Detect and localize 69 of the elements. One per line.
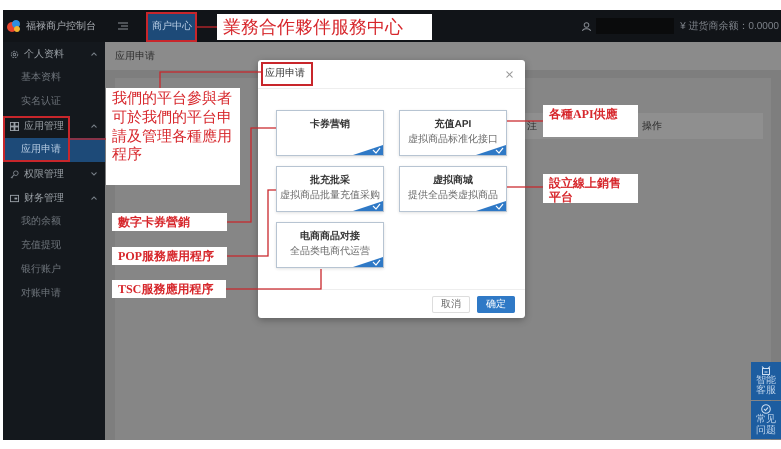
card-title: 电商商品对接 [300, 231, 360, 243]
menu-group[interactable]: 应用管理 [3, 114, 105, 138]
menu-item[interactable]: 对账申请 [3, 282, 105, 306]
card-subtitle: 虚拟商品批量充值采购 [280, 190, 380, 202]
chevron-icon [91, 172, 97, 176]
logo-icon [6, 18, 22, 34]
column-header: 注 [527, 120, 537, 133]
chevron-icon [91, 52, 97, 56]
chevron-icon [91, 124, 97, 128]
float-button[interactable]: 智能客服 [751, 362, 781, 400]
app-card[interactable]: 卡券营销 [276, 110, 384, 156]
card-subtitle: 提供全品类虚拟商品 [408, 190, 498, 202]
float-button[interactable]: 常见问题 [751, 401, 781, 439]
menu-item[interactable]: 基本资料 [3, 66, 105, 90]
menu-group[interactable]: 财务管理 [3, 186, 105, 210]
leader-line [70, 138, 106, 140]
dialog-button[interactable]: 取消 [432, 296, 470, 312]
card-title: 充值API [434, 119, 472, 131]
leader-line [227, 189, 276, 257]
card-title: 卡券营销 [310, 119, 350, 131]
dialog-title: 应用申请 [265, 68, 305, 80]
callout-note: 各種API供應 [543, 105, 638, 137]
chevron-icon [91, 196, 97, 200]
gear-icon [10, 50, 19, 58]
app-card[interactable]: 虚拟商城 提供全品类虚拟商品 [399, 166, 507, 212]
highlight-frame [146, 12, 197, 42]
menu-item[interactable]: 我的余额 [3, 210, 105, 234]
chat-icon [761, 404, 771, 414]
menu-group[interactable]: 个人资料 [3, 42, 105, 66]
nav-tab[interactable]: 商户中心 [148, 12, 196, 40]
callout-note: 數字卡券營銷 [112, 213, 227, 231]
leader-line [507, 186, 543, 188]
user-icon[interactable] [582, 22, 592, 30]
grid-icon [10, 122, 19, 130]
callout-note: 我們的平台參與者可於我們的平台申請及管理各種應用程序 [106, 88, 240, 185]
card-subtitle: 全品类电商代运营 [290, 246, 370, 258]
app-card[interactable]: 批充批采 虚拟商品批量充值采购 [276, 166, 384, 212]
brand-title: 福禄商户控制台 [26, 20, 96, 33]
column-header: 操作 [642, 120, 662, 133]
wallet-icon [10, 194, 19, 202]
menu-group-label: 个人资料 [24, 48, 65, 61]
card-subtitle: 虚拟商品标准化接口 [408, 134, 498, 146]
leader-line [197, 26, 217, 28]
highlight-frame [261, 62, 313, 86]
callout-note: POP服務應用程序 [112, 247, 227, 265]
menu-group-label: 应用管理 [24, 120, 65, 133]
menu-icon[interactable] [118, 22, 128, 30]
menu-item[interactable]: 银行账户 [3, 258, 105, 282]
menu-group-label: 财务管理 [24, 192, 65, 205]
key-icon [10, 170, 19, 178]
highlight-frame [3, 116, 70, 162]
balance-text: ¥ 进货商余额：0.0000 [680, 20, 780, 33]
leader-line [507, 120, 543, 122]
card-title: 虚拟商城 [433, 175, 473, 187]
app-card[interactable]: 充值API 虚拟商品标准化接口 [399, 110, 507, 156]
callout-note: 設立線上銷售平台 [543, 174, 638, 203]
card-title: 批充批采 [310, 175, 350, 187]
robot-icon [761, 366, 771, 374]
close-icon[interactable] [506, 70, 513, 78]
breadcrumb: 应用申请 [115, 50, 155, 63]
menu-group[interactable]: 权限管理 [3, 162, 105, 186]
dialog-button[interactable]: 确定 [477, 296, 515, 312]
menu-item[interactable]: 应用申请 [3, 138, 105, 162]
menu-item[interactable]: 实名认证 [3, 90, 105, 114]
app-card[interactable]: 电商商品对接 全品类电商代运营 [276, 222, 384, 268]
menu-item[interactable]: 充值提现 [3, 234, 105, 258]
callout-note: TSC服務應用程序 [112, 280, 226, 298]
callout-note: 業務合作夥伴服務中心 [217, 14, 432, 40]
menu-group-label: 权限管理 [24, 168, 65, 181]
